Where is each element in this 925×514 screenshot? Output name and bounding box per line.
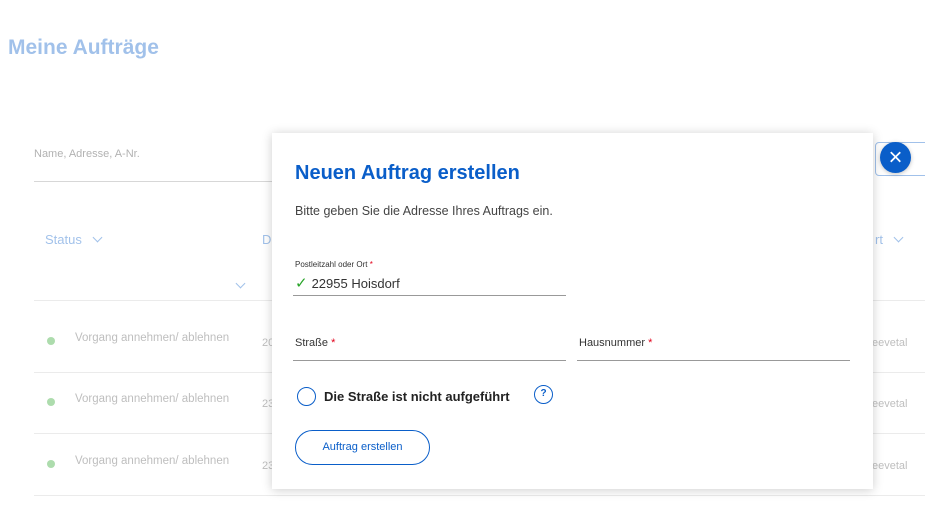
search-placeholder: Name, Adresse, A-Nr. xyxy=(34,148,140,160)
postcode-field[interactable]: Postleitzahl oder Ort * ✓ 22955 Hoisdorf xyxy=(293,256,566,296)
column-dropdown[interactable] xyxy=(225,278,246,293)
table-row[interactable]: Vorgang annehmen/ ablehnen xyxy=(47,393,230,406)
row-cell-city: eevetal xyxy=(872,337,908,349)
page-title: Meine Aufträge xyxy=(8,36,159,59)
column-header-city-label: rt xyxy=(875,232,883,247)
street-label: Straße * xyxy=(295,337,336,349)
street-field[interactable]: Straße * xyxy=(293,329,566,361)
close-icon[interactable]: × xyxy=(880,142,911,173)
house-number-label: Hausnummer * xyxy=(579,337,653,349)
chevron-down-icon xyxy=(235,278,246,289)
required-mark: * xyxy=(331,337,336,349)
dialog-subtitle: Bitte geben Sie die Adresse Ihres Auftra… xyxy=(295,204,553,218)
house-number-field[interactable]: Hausnummer * xyxy=(577,329,850,361)
row-cell-city: eevetal xyxy=(872,460,908,472)
new-order-dialog: Neuen Auftrag erstellen Bitte geben Sie … xyxy=(272,133,873,489)
checkmark-icon: ✓ xyxy=(295,275,308,292)
column-header-status[interactable]: Status xyxy=(45,232,103,247)
column-header-city[interactable]: rt xyxy=(875,232,904,247)
row-status-text: Vorgang annehmen/ ablehnen xyxy=(75,332,230,344)
divider xyxy=(34,495,925,496)
street-not-listed-label[interactable]: Die Straße ist nicht aufgeführt xyxy=(324,389,510,404)
postcode-value-text: 22955 Hoisdorf xyxy=(311,276,400,291)
create-order-button[interactable]: Auftrag erstellen xyxy=(295,430,430,465)
required-mark: * xyxy=(369,260,373,269)
dialog-title: Neuen Auftrag erstellen xyxy=(295,162,520,184)
chevron-down-icon xyxy=(92,232,103,243)
chevron-down-icon xyxy=(893,232,904,243)
column-header-date[interactable]: D xyxy=(262,232,271,247)
row-status-text: Vorgang annehmen/ ablehnen xyxy=(75,455,230,467)
required-mark: * xyxy=(648,337,653,349)
row-cell-city: eevetal xyxy=(872,398,908,410)
column-header-status-label: Status xyxy=(45,232,82,247)
table-row[interactable]: Vorgang annehmen/ ablehnen xyxy=(47,332,230,345)
row-status-text: Vorgang annehmen/ ablehnen xyxy=(75,393,230,405)
postcode-label: Postleitzahl oder Ort * xyxy=(295,260,373,269)
postcode-value: ✓ 22955 Hoisdorf xyxy=(295,274,400,292)
help-icon[interactable]: ? xyxy=(534,385,553,404)
search-input[interactable]: Name, Adresse, A-Nr. xyxy=(34,148,279,182)
status-dot-icon xyxy=(47,337,55,345)
table-row[interactable]: Vorgang annehmen/ ablehnen xyxy=(47,455,230,468)
street-not-listed-radio[interactable] xyxy=(297,387,316,406)
status-dot-icon xyxy=(47,460,55,468)
status-dot-icon xyxy=(47,398,55,406)
column-header-date-label: D xyxy=(262,232,272,247)
